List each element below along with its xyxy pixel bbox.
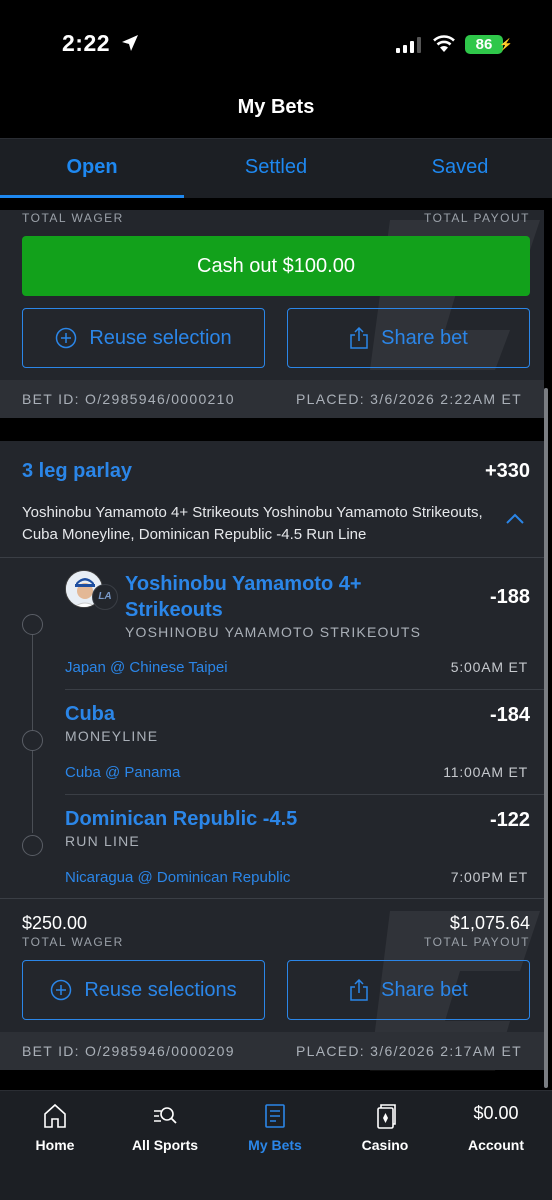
leg-time: 5:00AM ET bbox=[450, 659, 528, 675]
tab-settled[interactable]: Settled bbox=[184, 139, 368, 199]
total-payout-label: TOTAL PAYOUT bbox=[423, 211, 530, 225]
battery-indicator: 86 bbox=[465, 35, 503, 54]
casino-icon bbox=[377, 1104, 396, 1129]
nav-home-label: Home bbox=[35, 1137, 75, 1153]
status-bar: 2:22 86 ⚡ bbox=[0, 0, 552, 90]
nav-casino[interactable]: Casino bbox=[330, 1091, 440, 1161]
leg-time: 11:00AM ET bbox=[443, 764, 528, 780]
leg-odds: -184 bbox=[489, 704, 530, 726]
leg-odds: -122 bbox=[489, 809, 530, 831]
plus-circle-icon bbox=[56, 327, 77, 349]
share-bet-label: Share bet bbox=[381, 326, 468, 349]
leg-matchup[interactable]: Japan @ Chinese Taipei bbox=[65, 659, 228, 676]
reuse-selections-label: Reuse selections bbox=[84, 978, 237, 1001]
timeline-line bbox=[32, 623, 33, 833]
leg-market: MONEYLINE bbox=[65, 728, 159, 744]
bet-id-bar: BET ID: O/2985946/0000209 PLACED: 3/6/20… bbox=[0, 1032, 544, 1070]
leg-title[interactable]: Cuba bbox=[65, 701, 115, 727]
leg-status-dot bbox=[22, 730, 43, 751]
bet-id-bar: BET ID: O/2985946/0000210 PLACED: 3/6/20… bbox=[0, 380, 544, 418]
parlay-description: Yoshinobu Yamamoto 4+ Strikeouts Yoshino… bbox=[22, 504, 483, 543]
all-sports-icon bbox=[154, 1107, 177, 1124]
plus-circle-icon bbox=[51, 979, 72, 1001]
leg-matchup[interactable]: Cuba @ Panama bbox=[65, 764, 180, 781]
total-payout-label: TOTAL PAYOUT bbox=[423, 935, 530, 949]
cash-out-button[interactable]: Cash out $100.00 bbox=[22, 236, 530, 296]
share-bet-button[interactable]: Share bet bbox=[287, 308, 530, 368]
page-title: My Bets bbox=[237, 96, 315, 118]
divider bbox=[65, 794, 544, 795]
account-balance: $0.00 bbox=[473, 1103, 519, 1123]
parlay-odds: +330 bbox=[484, 460, 530, 482]
nav-account[interactable]: $0.00 Account bbox=[441, 1091, 551, 1161]
total-wager-label: TOTAL WAGER bbox=[22, 935, 124, 949]
share-bet-label: Share bet bbox=[381, 978, 468, 1001]
home-icon bbox=[44, 1103, 66, 1128]
nav-home[interactable]: Home bbox=[0, 1091, 110, 1161]
nav-my-bets[interactable]: My Bets bbox=[220, 1091, 330, 1161]
chevron-up-icon[interactable] bbox=[505, 513, 525, 525]
parlay-title[interactable]: 3 leg parlay bbox=[22, 460, 132, 483]
leg-market: YOSHINOBU YAMAMOTO STRIKEOUTS bbox=[125, 624, 422, 640]
total-wager-value: $250.00 bbox=[22, 913, 88, 933]
leg-title[interactable]: Dominican Republic -4.5 bbox=[65, 806, 297, 832]
placed-time: PLACED: 3/6/2026 2:17AM ET bbox=[295, 1043, 522, 1059]
bets-list[interactable]: TOTAL WAGER TOTAL PAYOUT Cash out $100.0… bbox=[0, 198, 552, 1090]
leg-time: 7:00PM ET bbox=[450, 869, 528, 885]
leg-market: RUN LINE bbox=[65, 833, 140, 849]
placed-time: PLACED: 3/6/2026 2:22AM ET bbox=[295, 391, 522, 407]
leg-odds: -188 bbox=[489, 586, 530, 608]
my-bets-icon bbox=[265, 1104, 285, 1128]
bet-id: BET ID: O/2985946/0000210 bbox=[22, 391, 235, 407]
total-wager-label: TOTAL WAGER bbox=[22, 211, 124, 225]
reuse-selection-button[interactable]: Reuse selection bbox=[22, 308, 265, 368]
divider bbox=[65, 689, 544, 690]
leg-matchup[interactable]: Nicaragua @ Dominican Republic bbox=[65, 869, 290, 886]
scrollbar[interactable] bbox=[544, 388, 548, 1088]
cellular-signal-icon bbox=[396, 37, 421, 53]
share-icon bbox=[350, 327, 368, 349]
share-icon bbox=[350, 979, 368, 1001]
tab-saved[interactable]: Saved bbox=[368, 139, 552, 199]
nav-casino-label: Casino bbox=[361, 1137, 409, 1153]
bottom-nav: Home All Sports My Bets Casino $0.00 Acc… bbox=[0, 1090, 552, 1200]
divider bbox=[0, 898, 544, 899]
nav-all-sports-label: All Sports bbox=[131, 1137, 199, 1153]
bet-id: BET ID: O/2985946/0000209 bbox=[22, 1043, 235, 1059]
status-time: 2:22 bbox=[62, 30, 111, 56]
bet-tabs: Open Settled Saved bbox=[0, 138, 552, 199]
tab-open[interactable]: Open bbox=[0, 139, 184, 199]
wifi-icon bbox=[433, 35, 455, 52]
reuse-selections-button[interactable]: Reuse selections bbox=[22, 960, 265, 1020]
leg-title[interactable]: Yoshinobu Yamamoto 4+ Strikeouts bbox=[125, 571, 415, 623]
location-arrow-icon bbox=[122, 35, 138, 51]
share-bet-button[interactable]: Share bet bbox=[287, 960, 530, 1020]
reuse-selection-label: Reuse selection bbox=[89, 326, 232, 349]
total-payout-value: $1,075.64 bbox=[449, 913, 530, 933]
leg-status-dot bbox=[22, 614, 43, 635]
divider bbox=[0, 557, 544, 558]
team-logo-icon: LA bbox=[92, 584, 118, 610]
leg-status-dot bbox=[22, 835, 43, 856]
nav-account-label: Account bbox=[468, 1137, 524, 1153]
charging-icon: ⚡ bbox=[499, 39, 513, 51]
battery-level: 86 bbox=[475, 36, 493, 53]
nav-all-sports[interactable]: All Sports bbox=[110, 1091, 220, 1161]
nav-my-bets-label: My Bets bbox=[248, 1137, 302, 1153]
